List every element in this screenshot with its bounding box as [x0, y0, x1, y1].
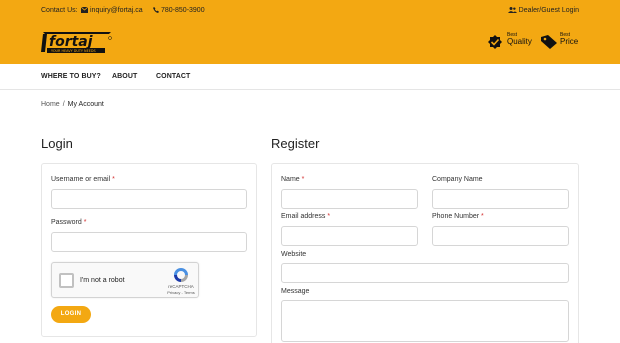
contact-us-label: Contact Us:: [41, 7, 78, 14]
login-button[interactable]: LOGIN: [51, 306, 91, 323]
email-input[interactable]: [281, 226, 418, 246]
nav-about[interactable]: ABOUT: [112, 73, 137, 80]
website-label: Website: [281, 251, 307, 258]
badge-quality-big: Quality: [507, 37, 532, 47]
logo-graphic: fortaj YOUR HEAVY DUTY NEEDS: [41, 32, 112, 53]
site-header: Contact Us: inquiry@fortaj.ca 780-850-39…: [0, 0, 620, 64]
phone-label: Phone Number *: [432, 213, 484, 220]
username-input[interactable]: [51, 189, 247, 209]
logo-text: fortaj: [49, 34, 93, 50]
phone-text: 780-850-3900: [161, 7, 205, 14]
company-label: Company Name: [432, 176, 483, 183]
company-input[interactable]: [432, 189, 569, 209]
password-input[interactable]: [51, 232, 247, 252]
phone-icon: [153, 7, 159, 13]
recaptcha-checkbox[interactable]: [59, 273, 74, 288]
dealer-login-text: Dealer/Guest Login: [518, 7, 579, 14]
breadcrumb-separator: /: [62, 101, 65, 108]
username-label: Username or email *: [51, 176, 115, 183]
email-link[interactable]: inquiry@fortaj.ca: [81, 7, 143, 14]
logo-tagline: YOUR HEAVY DUTY NEEDS: [51, 49, 96, 53]
badge-price-big: Price: [560, 37, 579, 47]
recaptcha-widget: I'm not a robot reCAPTCHA Privacy - Term…: [51, 262, 199, 298]
email-label: Email address *: [281, 213, 331, 220]
recaptcha-label: I'm not a robot: [80, 277, 125, 284]
fortaj-logo[interactable]: fortaj YOUR HEAVY DUTY NEEDS: [41, 30, 113, 54]
users-icon: [507, 7, 517, 13]
name-input[interactable]: [281, 189, 418, 209]
recaptcha-icon: [174, 268, 188, 282]
breadcrumb: Home / My Account: [41, 101, 104, 108]
recaptcha-brand: reCAPTCHA: [168, 284, 194, 289]
breadcrumb-home[interactable]: Home: [41, 101, 60, 108]
main-nav: WHERE TO BUY? ABOUT CONTACT: [0, 64, 620, 90]
envelope-icon: [81, 7, 88, 13]
phone-input[interactable]: [432, 226, 569, 246]
message-textarea[interactable]: [281, 300, 569, 342]
nav-where-to-buy[interactable]: WHERE TO BUY?: [41, 73, 101, 80]
password-label: Password *: [51, 219, 87, 226]
top-bar: Contact Us: inquiry@fortaj.ca 780-850-39…: [0, 0, 620, 22]
nav-contact[interactable]: CONTACT: [156, 73, 190, 80]
message-label: Message: [281, 288, 310, 295]
login-title: Login: [41, 136, 73, 151]
phone-link[interactable]: 780-850-3900: [153, 7, 205, 14]
name-label: Name *: [281, 176, 305, 183]
website-input[interactable]: [281, 263, 569, 283]
email-text: inquiry@fortaj.ca: [90, 7, 143, 14]
checkmark-icon: [488, 35, 502, 49]
recaptcha-terms[interactable]: Privacy - Terms: [164, 290, 198, 295]
dealer-login-link[interactable]: Dealer/Guest Login: [507, 7, 579, 14]
breadcrumb-current: My Account: [67, 101, 104, 108]
price-tag-icon: [541, 35, 557, 49]
register-title: Register: [271, 136, 320, 151]
